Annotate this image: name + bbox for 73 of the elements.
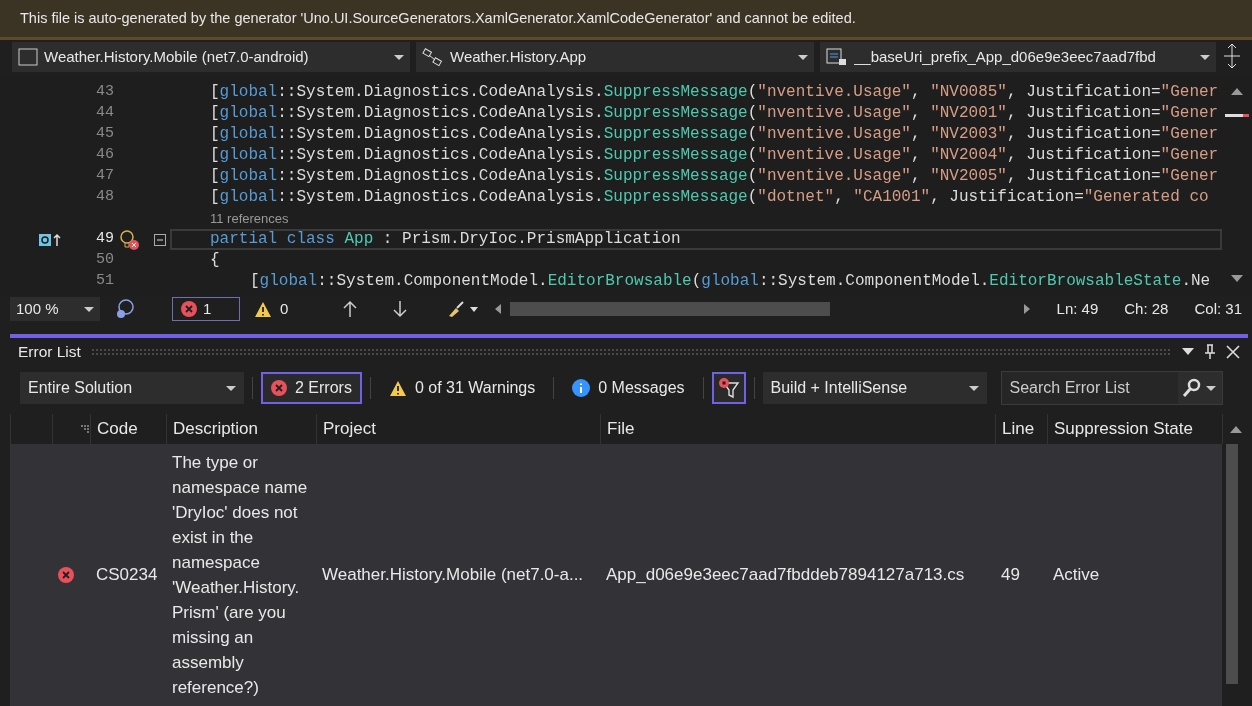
panel-title: Error List [18, 342, 81, 363]
dropdown-icon[interactable] [1182, 348, 1194, 356]
up-arrow-icon[interactable] [342, 300, 359, 318]
code-line: [global::System.ComponentModel.EditorBrowsable(global::System.ComponentModel.EditorBrowsableState.Ne [249, 271, 1212, 292]
scope-dropdown[interactable]: Entire Solution [20, 372, 244, 404]
brush-icon[interactable] [446, 300, 481, 318]
class-icon [422, 47, 444, 67]
filter-icon [717, 377, 740, 399]
dropdown[interactable]: Weather.History.App [416, 42, 814, 72]
code-line: [global::System.Diagnostics.CodeAnalysis.SuppressMessage("nventive.Usage", "NV2001", Justification="Gener [210, 103, 1220, 124]
warning-icon [254, 300, 272, 318]
code-line: [global::System.Diagnostics.CodeAnalysis.SuppressMessage("nventive.Usage", "NV2003", Justification="Gener [210, 124, 1220, 145]
down-arrow-icon[interactable] [392, 300, 409, 318]
error-count-button[interactable]: 1 [172, 296, 240, 322]
line-number: 50 [95, 250, 114, 271]
line-number: 43 [95, 82, 114, 103]
codelens-link[interactable]: 11 references [210, 211, 289, 226]
filter-button[interactable] [711, 372, 746, 404]
split-icon[interactable] [1222, 42, 1242, 70]
code-line: { [210, 250, 221, 271]
cursor-position: Ch: 28 [1124, 298, 1169, 319]
line-number: 51 [95, 271, 114, 292]
line-number: 49 [1001, 564, 1020, 587]
filter-button[interactable]: 0 Messages [562, 372, 695, 404]
collapse-icon[interactable] [154, 233, 166, 246]
code-line: [global::System.Diagnostics.CodeAnalysis.SuppressMessage("nventive.Usage", "NV0085", Justification="Gener [210, 82, 1220, 103]
scroll-left-icon[interactable] [494, 303, 503, 315]
line-number: 48 [95, 187, 114, 208]
search-field[interactable]: Search Error List [1001, 372, 1178, 404]
code-line: partial class App : Prism.DryIoc.PrismApplication [170, 229, 1222, 250]
scrollbar-thumb[interactable] [510, 302, 831, 316]
field-lock-icon [826, 47, 848, 67]
code-line: [global::System.Diagnostics.CodeAnalysis.SuppressMessage("nventive.Usage", "NV2004", Justification="Gener [210, 145, 1220, 166]
line-number: 49 [95, 229, 114, 250]
scrollbar-thumb[interactable] [1226, 444, 1238, 684]
line-number: 47 [95, 166, 114, 187]
search-icon[interactable] [1181, 378, 1202, 398]
filter-button[interactable]: 2 Errors [261, 372, 362, 404]
error-icon [58, 567, 74, 583]
overrides-icon [38, 231, 62, 248]
line-number: 44 [95, 103, 114, 124]
warning-icon [388, 379, 407, 397]
cursor-position: Col: 31 [1194, 298, 1242, 319]
info-icon [572, 379, 591, 397]
lightbulb-error-icon [118, 228, 140, 251]
info-message: This file is auto-generated by the generator 'Uno.UI.SourceGenerators.XamlGenerator.XamlCodeGenerator' and cannot be edited. [20, 8, 856, 28]
error-icon [181, 301, 197, 317]
dropdown[interactable]: Weather.History.Mobile (net7.0-android) [12, 42, 410, 72]
scroll-down-icon[interactable] [1230, 274, 1244, 284]
scroll-right-icon[interactable] [1022, 303, 1031, 315]
dropdown[interactable]: __baseUri_prefix_App_d06e9e3eec7aad7fbd [820, 42, 1216, 72]
filter-button[interactable]: 0 of 31 Warnings [378, 372, 546, 404]
line-number: 46 [95, 145, 114, 166]
line-number: 45 [95, 124, 114, 145]
error-icon [271, 380, 287, 396]
scroll-up-icon[interactable] [1229, 424, 1243, 434]
error-description: The type or namespace name 'DryIoc' does not exist in the namespace 'Weather.History.Prism' (are you missing an assembly reference?) [172, 452, 309, 699]
code-line: [global::System.Diagnostics.CodeAnalysis.SuppressMessage("nventive.Usage", "NV2005", Justification="Gener [210, 166, 1220, 187]
search-box[interactable]: Search Error List [1000, 371, 1223, 405]
suppression-state: Active [1053, 564, 1100, 587]
warning-count-button[interactable]: 0 [254, 297, 289, 321]
scroll-up-icon[interactable] [1230, 86, 1244, 96]
file-name: App_d06e9e3eec7aad7fbddeb7894127a713.cs [606, 564, 965, 587]
pin-icon[interactable] [1204, 344, 1216, 360]
code-line: [global::System.Diagnostics.CodeAnalysis.SuppressMessage("dotnet", "CA1001", Justification="Generated co [210, 187, 1210, 208]
close-icon[interactable] [1226, 345, 1240, 359]
error-marker [1225, 114, 1249, 117]
error-code: CS0234 [96, 564, 158, 587]
zoom-dropdown[interactable]: 100 % [10, 297, 100, 321]
source-dropdown[interactable]: Build + IntelliSense [762, 372, 987, 404]
column-chooser-icon[interactable] [80, 425, 90, 433]
cursor-position: Ln: 49 [1056, 298, 1099, 319]
project-name: Weather.History.Mobile (net7.0-a... [322, 564, 584, 587]
